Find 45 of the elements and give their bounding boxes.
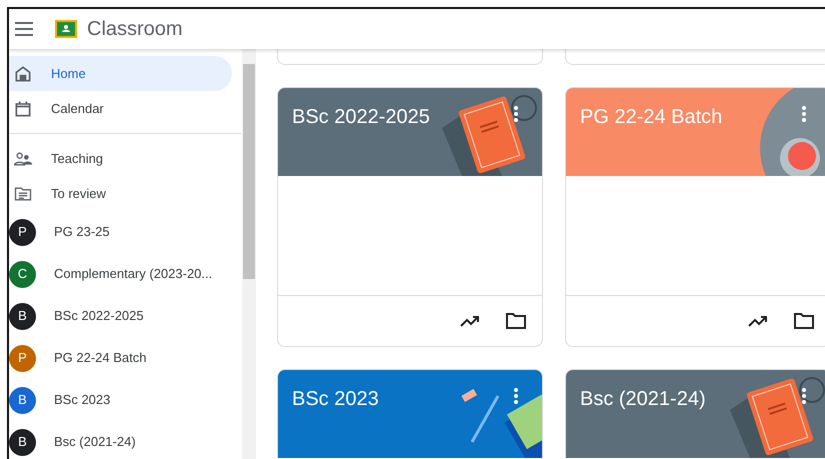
more-icon[interactable] bbox=[514, 106, 518, 122]
class-avatar: P bbox=[9, 344, 36, 372]
sidebar-item[interactable]: B Bsc (2021-24) bbox=[9, 421, 232, 459]
class-card[interactable]: BSc 2023 bbox=[277, 369, 543, 459]
menu-icon[interactable] bbox=[15, 22, 33, 36]
folder-icon[interactable] bbox=[506, 313, 526, 329]
class-title[interactable]: Bsc (2021-24) bbox=[580, 388, 706, 410]
sidebar-item[interactable]: Calendar bbox=[9, 91, 232, 126]
class-avatar: P bbox=[9, 218, 36, 246]
class-card[interactable]: BSc 2022-2025 bbox=[277, 87, 543, 347]
sidebar-item[interactable]: P PG 22-24 Batch bbox=[9, 337, 232, 379]
class-avatar: B bbox=[9, 386, 36, 414]
sidebar-label: To review bbox=[51, 184, 106, 203]
trending-up-icon[interactable] bbox=[748, 314, 768, 328]
classroom-logo-icon bbox=[55, 20, 77, 38]
sidebar-item[interactable]: B BSc 2022-2025 bbox=[9, 295, 232, 337]
sidebar-item[interactable]: B BSc 2023 bbox=[9, 379, 232, 421]
sidebar-label: Teaching bbox=[51, 150, 104, 168]
class-title[interactable]: BSc 2023 bbox=[292, 388, 379, 410]
sidebar-label: PG 22-24 Batch bbox=[54, 349, 146, 368]
more-icon[interactable] bbox=[514, 388, 518, 404]
sidebar-label: BSc 2022-2025 bbox=[54, 307, 144, 326]
sidebar-label: PG 23-25 bbox=[54, 223, 110, 242]
sidebar-item[interactable]: To review bbox=[9, 176, 232, 211]
class-card[interactable]: Bsc (2021-24) bbox=[565, 369, 825, 459]
sidebar-item[interactable]: Home bbox=[9, 56, 232, 91]
sidebar-label: Complementary (2023-20... bbox=[54, 265, 212, 284]
sidebar-label: Bsc (2021-24) bbox=[54, 433, 136, 452]
home-icon bbox=[12, 64, 32, 84]
scrollbar[interactable] bbox=[242, 49, 256, 459]
class-avatar: B bbox=[9, 302, 36, 330]
sidebar-label: Home bbox=[51, 64, 86, 83]
sidebar-item[interactable]: C Complementary (2023-20... bbox=[9, 253, 232, 295]
sidebar-item[interactable]: Teaching bbox=[9, 141, 232, 176]
more-icon[interactable] bbox=[802, 388, 806, 404]
class-avatar: C bbox=[9, 260, 36, 288]
class-title[interactable]: BSc 2022-2025 bbox=[292, 106, 430, 128]
trending-up-icon[interactable] bbox=[460, 314, 480, 328]
sidebar-label: BSc 2023 bbox=[54, 391, 110, 410]
sidebar-item[interactable]: P PG 23-25 bbox=[9, 211, 232, 253]
app-title: Classroom bbox=[87, 17, 183, 42]
class-avatar: B bbox=[9, 428, 36, 456]
calendar-icon bbox=[12, 98, 32, 118]
folder-icon[interactable] bbox=[794, 313, 814, 329]
sidebar-label: Calendar bbox=[51, 100, 104, 118]
